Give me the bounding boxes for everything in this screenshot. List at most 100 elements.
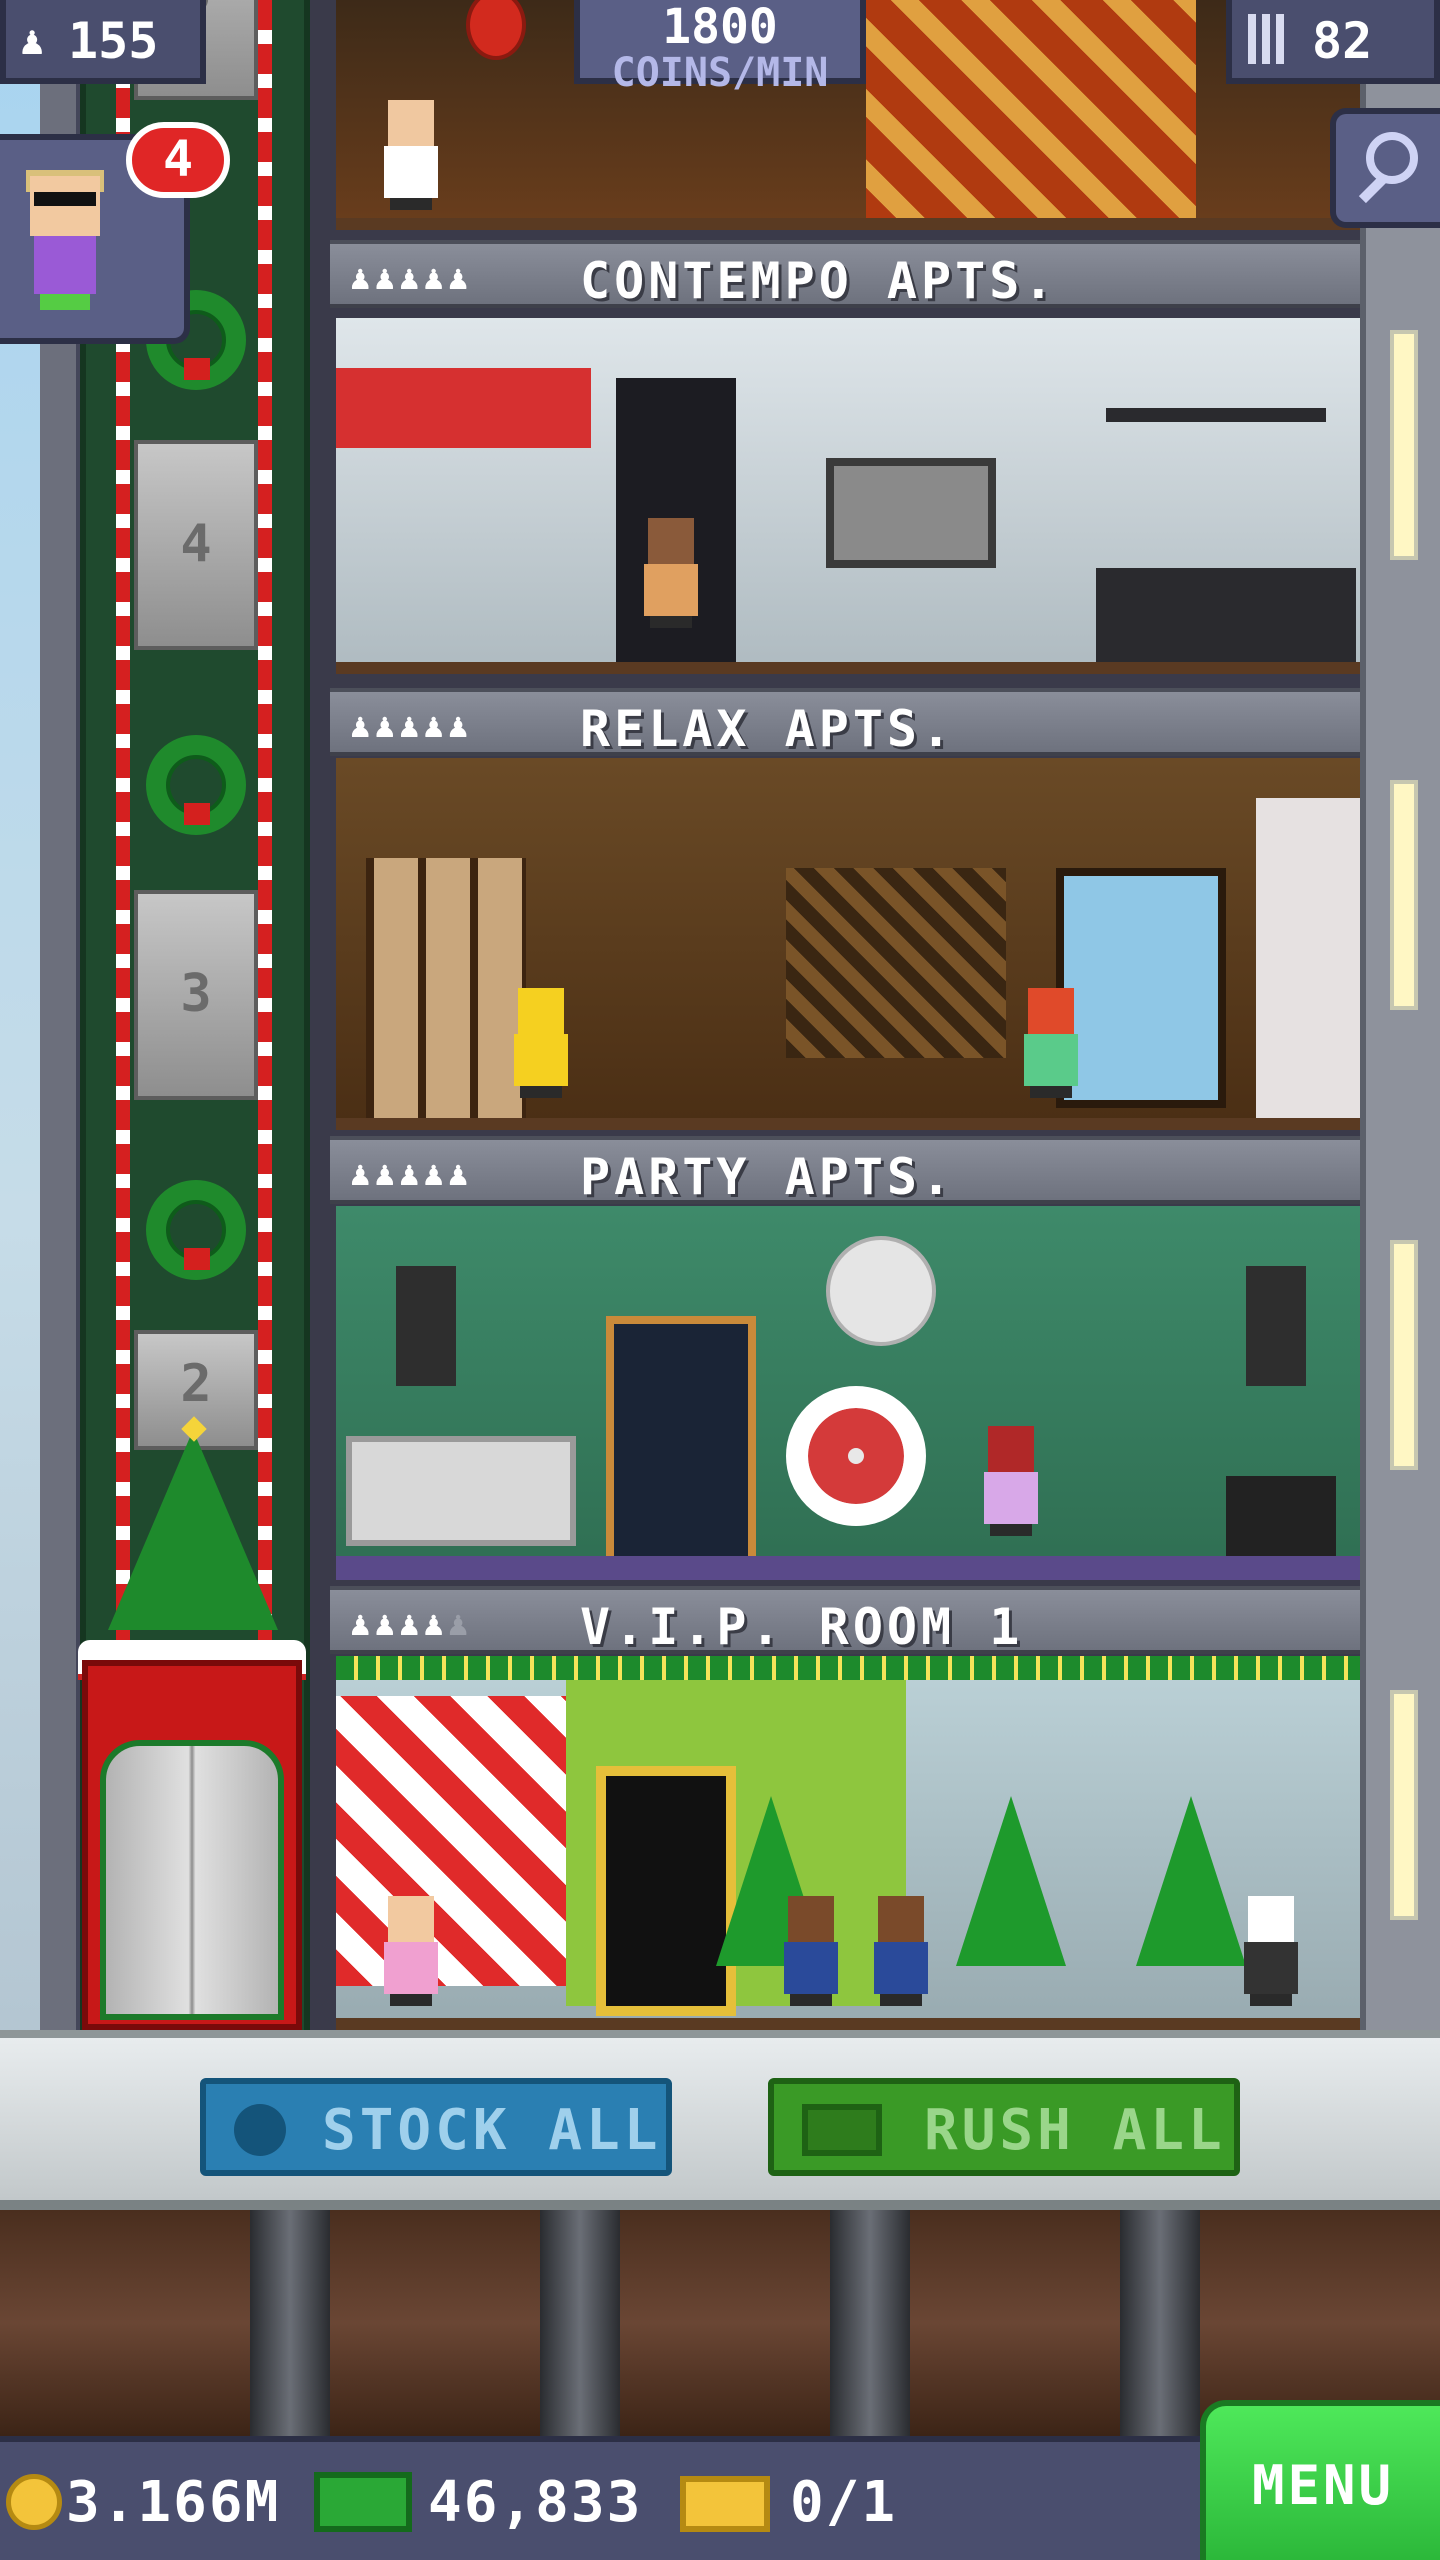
speaker-icon <box>396 1266 456 1386</box>
floor-room-vip[interactable] <box>336 1656 1360 2030</box>
shaft-floor-number: 4 <box>180 514 212 574</box>
stock-all-label: STOCK ALL <box>322 2098 662 2163</box>
income-unit: COINS/MIN <box>611 50 829 96</box>
floor-line <box>336 1118 1360 1130</box>
resident-character[interactable] <box>976 1426 1046 1536</box>
resident-character[interactable] <box>506 988 576 1098</box>
christmas-tree-icon <box>108 1430 278 1630</box>
ticket-icon <box>680 2476 770 2532</box>
resident-character[interactable] <box>376 100 446 210</box>
star-filled-icon: ♟♟♟♟ <box>350 1604 448 1644</box>
income-value: 1800 <box>662 0 778 55</box>
rush-all-button[interactable]: RUSH ALL <box>768 2078 1240 2176</box>
room-door <box>596 1766 736 2016</box>
shaft-floor-4: 4 <box>134 440 258 650</box>
pillar <box>250 2210 330 2436</box>
elevator-door[interactable] <box>100 1740 284 2020</box>
population-value: 155 <box>68 12 159 70</box>
floor-name: V.I.P. ROOM 1 <box>580 1598 1024 1656</box>
exterior-window <box>1390 780 1418 1010</box>
decor-screen <box>866 0 1196 230</box>
garland <box>336 1656 1360 1680</box>
resident-character[interactable] <box>776 1896 846 2006</box>
magnifier-icon <box>1366 132 1418 184</box>
floor-name: RELAX APTS. <box>580 700 956 758</box>
floor-label-party[interactable]: ♟♟♟♟♟ PARTY APTS. <box>330 1136 1360 1206</box>
action-bar: STOCK ALL RUSH ALL <box>0 2030 1440 2210</box>
exterior-window <box>1390 1240 1418 1470</box>
shelf <box>1106 408 1326 422</box>
exterior-window <box>1390 1690 1418 1920</box>
bux-icon <box>802 2104 882 2156</box>
disco-ball-icon <box>826 1236 936 1346</box>
star-rating-icon: ♟♟♟♟♟ <box>350 258 473 298</box>
sunglasses-icon <box>34 192 96 206</box>
coins-value: 3.166M <box>66 2470 281 2535</box>
lantern-icon <box>466 0 526 60</box>
resident-character[interactable] <box>1016 988 1086 1098</box>
decor-panel <box>786 868 1006 1058</box>
shaft-rail-right <box>258 0 272 1640</box>
search-button[interactable] <box>1330 108 1440 228</box>
visitor-count-badge: 4 <box>126 122 230 198</box>
resident-character[interactable] <box>1236 1896 1306 2006</box>
visitor-avatar <box>30 176 100 236</box>
bux-icon <box>314 2472 412 2532</box>
resident-character[interactable] <box>376 1896 446 2006</box>
turntable-icon <box>1226 1476 1336 1556</box>
resident-character[interactable] <box>636 518 706 628</box>
decor-panel <box>336 368 591 448</box>
speaker-icon <box>1246 1266 1306 1386</box>
pillar <box>830 2210 910 2436</box>
menu-button[interactable]: MENU <box>1200 2400 1440 2560</box>
exterior-window <box>1390 330 1418 560</box>
star-empty-icon: ♟ <box>447 1604 473 1644</box>
coin-icon <box>6 2474 62 2530</box>
resident-character[interactable] <box>866 1896 936 2006</box>
christmas-tree-icon <box>1136 1796 1246 1966</box>
tickets-value: 0/1 <box>790 2470 898 2535</box>
tv-icon <box>826 458 996 568</box>
christmas-tree-icon <box>956 1796 1066 1966</box>
shaft-floor-3: 3 <box>134 890 258 1100</box>
clock-icon <box>234 2104 286 2156</box>
room-door <box>606 1316 756 1566</box>
floor-room-party[interactable] <box>336 1206 1360 1580</box>
floor-label-relax[interactable]: ♟♟♟♟♟ RELAX APTS. <box>330 688 1360 758</box>
floor-line <box>336 1556 1360 1580</box>
floor-room-relax[interactable] <box>336 758 1360 1130</box>
people-icon: ♟ <box>20 18 45 64</box>
bux-value: 46,833 <box>428 2470 643 2535</box>
pillar <box>540 2210 620 2436</box>
floor-label-vip[interactable]: ♟♟♟♟♟ V.I.P. ROOM 1 <box>330 1586 1360 1656</box>
wreath-icon <box>146 1180 246 1280</box>
floor-line <box>336 662 1360 674</box>
building-icon <box>1248 14 1288 64</box>
floor-counter[interactable]: 82 <box>1226 0 1440 84</box>
star-rating-icon: ♟♟♟♟♟ <box>350 1604 472 1644</box>
candy-cane-wall <box>336 1696 566 1986</box>
rush-all-label: RUSH ALL <box>924 2098 1226 2163</box>
wreath-icon <box>146 735 246 835</box>
star-rating-icon: ♟♟♟♟♟ <box>350 1154 473 1194</box>
floor-label-contempo[interactable]: ♟♟♟♟♟ CONTEMPO APTS. <box>330 240 1360 310</box>
sofa-icon <box>346 1436 576 1546</box>
pillar <box>1120 2210 1200 2436</box>
floor-count-value: 82 <box>1312 12 1373 70</box>
floor-room-contempo[interactable] <box>336 318 1360 674</box>
shaft-floor-number: 2 <box>180 1354 212 1414</box>
floor-name: CONTEMPO APTS. <box>580 252 1058 310</box>
floor-name: PARTY APTS. <box>580 1148 956 1206</box>
floor-line <box>336 218 1360 230</box>
income-rate[interactable]: 1800 COINS/MIN <box>574 0 866 94</box>
population-counter[interactable]: ♟ 155 <box>0 0 206 84</box>
shaft-floor-number: 3 <box>180 964 212 1024</box>
game-screen: 5 4 3 2 ♟♟♟♟♟ CONTEMPO APTS. <box>0 0 1440 2560</box>
star-rating-icon: ♟♟♟♟♟ <box>350 706 473 746</box>
shoji-screen <box>366 858 526 1118</box>
bed-icon <box>1096 568 1356 674</box>
curtain <box>1256 798 1360 1130</box>
stock-all-button[interactable]: STOCK ALL <box>200 2078 672 2176</box>
egg-chair-icon <box>786 1386 926 1526</box>
floor-line <box>336 2018 1360 2030</box>
